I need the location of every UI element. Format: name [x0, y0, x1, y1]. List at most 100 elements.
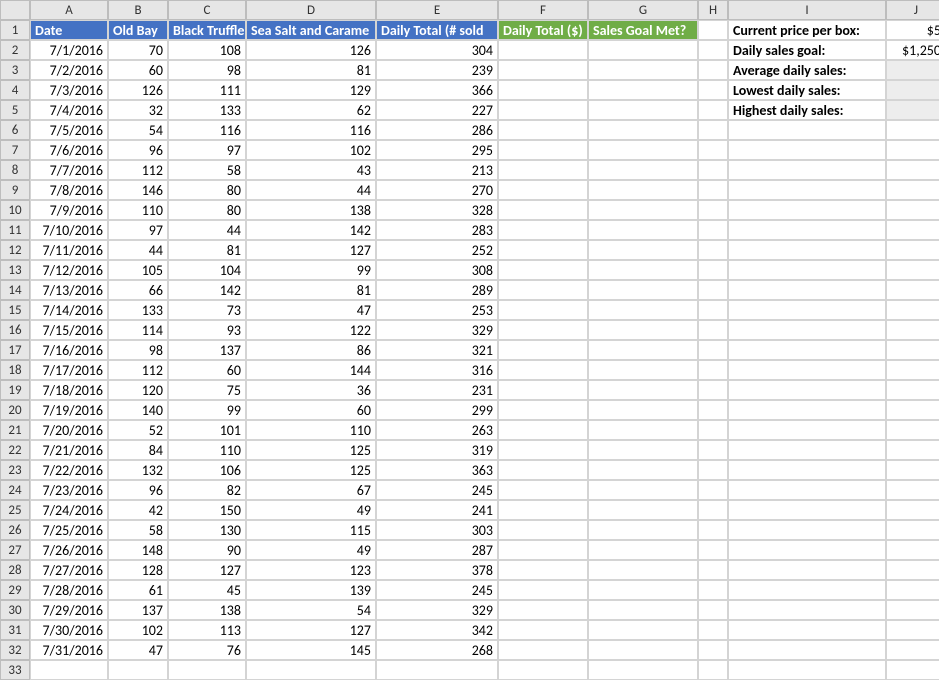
cell-I13[interactable] [728, 260, 886, 280]
cell-C28[interactable]: 127 [168, 560, 246, 580]
cell-B24[interactable]: 96 [108, 480, 168, 500]
col-header-A[interactable]: A [30, 0, 108, 20]
col-header-F[interactable]: F [498, 0, 588, 20]
cell-F21[interactable] [498, 420, 588, 440]
cell-H6[interactable] [698, 120, 728, 140]
cell-D3[interactable]: 81 [246, 60, 376, 80]
cell-G28[interactable] [588, 560, 698, 580]
cell-I12[interactable] [728, 240, 886, 260]
cell-I21[interactable] [728, 420, 886, 440]
row-header-33[interactable]: 33 [0, 660, 30, 680]
cell-C19[interactable]: 75 [168, 380, 246, 400]
row-header-11[interactable]: 11 [0, 220, 30, 240]
cell-F30[interactable] [498, 600, 588, 620]
row-header-1[interactable]: 1 [0, 20, 30, 40]
cell-E28[interactable]: 378 [376, 560, 498, 580]
cell-A27[interactable]: 7/26/2016 [30, 540, 108, 560]
cell-E4[interactable]: 366 [376, 80, 498, 100]
cell-D20[interactable]: 60 [246, 400, 376, 420]
cell-D22[interactable]: 125 [246, 440, 376, 460]
cell-G8[interactable] [588, 160, 698, 180]
cell-B11[interactable]: 97 [108, 220, 168, 240]
cell-C23[interactable]: 106 [168, 460, 246, 480]
cell-A21[interactable]: 7/20/2016 [30, 420, 108, 440]
cell-A20[interactable]: 7/19/2016 [30, 400, 108, 420]
cell-J32[interactable] [886, 640, 939, 660]
cell-G3[interactable] [588, 60, 698, 80]
cell-F5[interactable] [498, 100, 588, 120]
row-header-13[interactable]: 13 [0, 260, 30, 280]
summary-value-5[interactable] [886, 100, 939, 120]
cell-C27[interactable]: 90 [168, 540, 246, 560]
cell-H16[interactable] [698, 320, 728, 340]
cell-E5[interactable]: 227 [376, 100, 498, 120]
cell-H3[interactable] [698, 60, 728, 80]
select-all-corner[interactable] [0, 0, 30, 20]
cell-G9[interactable] [588, 180, 698, 200]
cell-H23[interactable] [698, 460, 728, 480]
cell-I33[interactable] [728, 660, 886, 680]
cell-C15[interactable]: 73 [168, 300, 246, 320]
cell-F32[interactable] [498, 640, 588, 660]
cell-G2[interactable] [588, 40, 698, 60]
cell-C18[interactable]: 60 [168, 360, 246, 380]
cell-E13[interactable]: 308 [376, 260, 498, 280]
cell-C14[interactable]: 142 [168, 280, 246, 300]
cell-I28[interactable] [728, 560, 886, 580]
cell-A17[interactable]: 7/16/2016 [30, 340, 108, 360]
cell-G29[interactable] [588, 580, 698, 600]
cell-G4[interactable] [588, 80, 698, 100]
cell-I31[interactable] [728, 620, 886, 640]
col-header-G[interactable]: G [588, 0, 698, 20]
cell-B14[interactable]: 66 [108, 280, 168, 300]
cell-C13[interactable]: 104 [168, 260, 246, 280]
cell-E25[interactable]: 241 [376, 500, 498, 520]
cell-F18[interactable] [498, 360, 588, 380]
cell-G12[interactable] [588, 240, 698, 260]
cell-D15[interactable]: 47 [246, 300, 376, 320]
cell-B27[interactable]: 148 [108, 540, 168, 560]
cell-A9[interactable]: 7/8/2016 [30, 180, 108, 200]
row-header-24[interactable]: 24 [0, 480, 30, 500]
row-header-14[interactable]: 14 [0, 280, 30, 300]
cell-A11[interactable]: 7/10/2016 [30, 220, 108, 240]
cell-A2[interactable]: 7/1/2016 [30, 40, 108, 60]
cell-E6[interactable]: 286 [376, 120, 498, 140]
cell-F2[interactable] [498, 40, 588, 60]
cell-H29[interactable] [698, 580, 728, 600]
cell-B26[interactable]: 58 [108, 520, 168, 540]
cell-G27[interactable] [588, 540, 698, 560]
cell-G18[interactable] [588, 360, 698, 380]
cell-A13[interactable]: 7/12/2016 [30, 260, 108, 280]
row-header-8[interactable]: 8 [0, 160, 30, 180]
cell-B4[interactable]: 126 [108, 80, 168, 100]
cell-D16[interactable]: 122 [246, 320, 376, 340]
cell-C17[interactable]: 137 [168, 340, 246, 360]
cell-H10[interactable] [698, 200, 728, 220]
cell-F15[interactable] [498, 300, 588, 320]
row-header-32[interactable]: 32 [0, 640, 30, 660]
cell-H31[interactable] [698, 620, 728, 640]
cell-H32[interactable] [698, 640, 728, 660]
cell-F7[interactable] [498, 140, 588, 160]
cell-B17[interactable]: 98 [108, 340, 168, 360]
col-header-C[interactable]: C [168, 0, 246, 20]
cell-F13[interactable] [498, 260, 588, 280]
cell-G19[interactable] [588, 380, 698, 400]
cell-E31[interactable]: 342 [376, 620, 498, 640]
header-F[interactable]: Daily Total ($) [498, 20, 588, 40]
cell-G23[interactable] [588, 460, 698, 480]
cell-C10[interactable]: 80 [168, 200, 246, 220]
cell-A32[interactable]: 7/31/2016 [30, 640, 108, 660]
row-header-27[interactable]: 27 [0, 540, 30, 560]
cell-D32[interactable]: 145 [246, 640, 376, 660]
cell-A7[interactable]: 7/6/2016 [30, 140, 108, 160]
cell-D29[interactable]: 139 [246, 580, 376, 600]
cell-J6[interactable] [886, 120, 939, 140]
cell-J31[interactable] [886, 620, 939, 640]
cell-A22[interactable]: 7/21/2016 [30, 440, 108, 460]
cell-H1[interactable] [698, 20, 728, 40]
cell-C4[interactable]: 111 [168, 80, 246, 100]
cell-C30[interactable]: 138 [168, 600, 246, 620]
cell-A5[interactable]: 7/4/2016 [30, 100, 108, 120]
